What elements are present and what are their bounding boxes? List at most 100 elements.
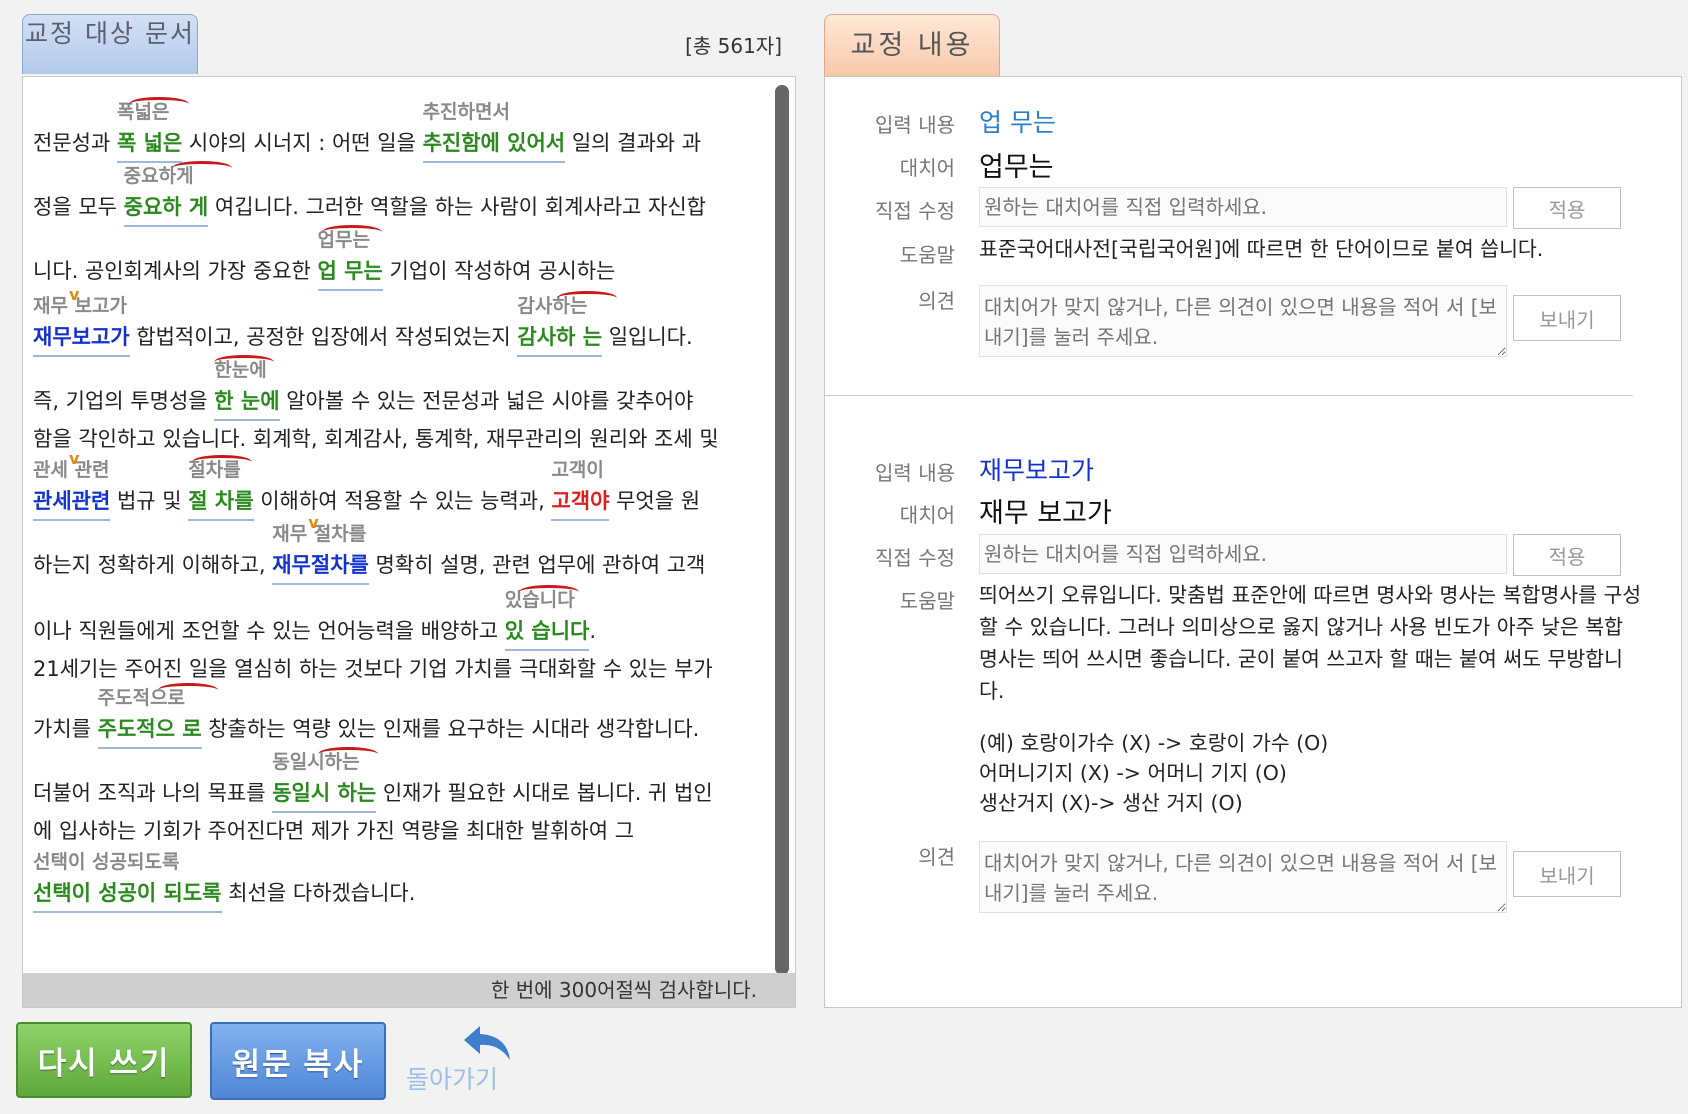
rewrite-button[interactable]: 다시 쓰기 — [16, 1022, 192, 1098]
tab-correction-content[interactable]: 교정 내용 — [824, 14, 1000, 76]
doc-line-6: 함을 각인하고 있습니다. 회계학, 회계감사, 통계학, 재무관리의 원리와 … — [33, 427, 719, 451]
doc-line-9: 이나 직원들에게 조언할 수 있는 언어능력을 배양하고 있습니다 있 습니다. — [33, 585, 596, 651]
direct-edit-input[interactable] — [979, 534, 1507, 574]
alternative-value[interactable]: 재무 보고가 — [979, 491, 1112, 530]
alternative-label: 대치어 — [899, 156, 955, 180]
suggestion: 한눈에 — [214, 359, 267, 381]
text-segment: 무엇을 원 — [609, 489, 701, 513]
text-segment: 명확히 설명, 관련 업무에 관하여 고객 — [368, 553, 706, 577]
strike-mark — [318, 747, 379, 761]
help-text: 표준국어대사전[국립국어원]에 따르면 한 단어이므로 붙여 씁니다. — [979, 237, 1544, 261]
direct-edit-input[interactable] — [979, 187, 1507, 227]
text-segment: 정을 모두 — [33, 195, 124, 219]
text-segment: 니다. 공인회계사의 가장 중요한 — [33, 259, 318, 283]
apply-button[interactable]: 적용 — [1513, 187, 1621, 229]
strike-mark — [192, 455, 253, 469]
suggestion: 재무 절차를 — [272, 523, 367, 545]
go-back-link[interactable]: 돌아가기 — [402, 1022, 522, 1102]
error-word-text: 선택이 성공이 되도록 — [33, 881, 222, 905]
error-word[interactable]: 동일시하는동일시 하는 — [272, 747, 379, 813]
text-segment: 시야의 시너지 : 어떤 일을 — [182, 131, 423, 155]
error-word-text: 동일시 하는 — [272, 781, 377, 805]
text-segment: 창출하는 역량 있는 인재를 요구하는 시대라 생각합니다. — [201, 717, 700, 741]
document-scrollbar[interactable] — [775, 85, 789, 975]
text-segment: 알아볼 수 있는 전문성과 넓은 시야를 갖추어야 — [279, 389, 694, 413]
char-count: [총 561자] — [685, 34, 782, 58]
direct-edit-label: 직접 수정 — [875, 546, 955, 570]
scrollbar-thumb[interactable] — [775, 85, 789, 975]
suggestion: 동일시하는 — [272, 751, 360, 773]
error-word-text: 업 무는 — [317, 259, 383, 283]
correction-panel: 입력 내용 업 무는 대치어 업무는 직접 수정 적용 도움말 표준국어대사전[… — [824, 76, 1682, 1008]
text-segment: 더불어 조직과 나의 목표를 — [33, 781, 273, 805]
suggestion: 절차를 — [188, 459, 241, 481]
suggestion: 관세 관련 — [33, 459, 110, 481]
send-button[interactable]: 보내기 — [1513, 851, 1621, 897]
suggestion: 폭넓은 — [116, 101, 170, 123]
error-word[interactable]: 중요하게중요하 게 — [123, 161, 232, 227]
suggestion: 업무는 — [317, 229, 370, 251]
doc-line-14: 선택이 성공되도록선택이 성공이 되도록 최선을 다하겠습니다. — [33, 851, 416, 913]
doc-line-12: 더불어 조직과 나의 목표를 동일시하는 동일시 하는 인재가 필요한 시대로 봅… — [33, 747, 713, 813]
tab-target-document[interactable]: 교정 대상 문서 — [22, 14, 198, 74]
text-segment: 이나 직원들에게 조언할 수 있는 언어능력을 배양하고 — [33, 619, 505, 643]
strike-mark — [518, 585, 579, 599]
error-word-text: 폭 넓은 — [116, 131, 183, 155]
text-segment: 즉, 기업의 투명성을 — [33, 389, 215, 413]
opinion-textarea[interactable] — [979, 841, 1507, 913]
doc-line-5: 즉, 기업의 투명성을 한눈에 한 눈에 알아볼 수 있는 전문성과 넓은 시야를… — [33, 355, 694, 421]
suggestion: 고객이 — [551, 459, 604, 481]
opinion-textarea[interactable] — [979, 285, 1507, 357]
error-word[interactable]: 선택이 성공되도록선택이 성공이 되도록 — [33, 851, 222, 913]
tab-target-document-label: 교정 대상 문서 — [25, 19, 195, 48]
strike-mark — [157, 683, 218, 697]
copy-original-button[interactable]: 원문 복사 — [210, 1022, 386, 1100]
error-word-text: 감사하 는 — [517, 325, 603, 349]
error-word-text: 재무보고가 — [33, 325, 130, 349]
error-word[interactable]: 추진하면서 추진함에 있어서 — [422, 101, 566, 163]
text-segment: 최선을 다하겠습니다. — [221, 881, 416, 905]
error-word[interactable]: 업무는업 무는 — [317, 225, 383, 291]
help-label: 도움말 — [899, 243, 955, 267]
example-line: (예) 호랑이가수 (X) -> 호랑이 가수 (O) — [979, 731, 1329, 755]
alternative-value[interactable]: 업무는 — [979, 145, 1054, 184]
error-word-text: 주도적으 로 — [97, 717, 202, 741]
error-word[interactable]: 감사하는 감사하 는 — [517, 291, 618, 357]
suggestion: 재무 보고가 — [33, 295, 128, 317]
error-word[interactable]: 재무 보고가 v 재무보고가 — [33, 285, 130, 357]
document-panel: 전문성과 폭넓은 폭 넓은 시야의 시너지 : 어떤 일을 추진하면서 추진함에 있… — [22, 76, 796, 1008]
input-value: 업 무는 — [979, 108, 1056, 137]
error-word[interactable]: 폭넓은폭 넓은 — [116, 97, 189, 163]
error-word-text: 절 차를 — [188, 489, 254, 513]
error-word[interactable]: 주도적으로주도적으 로 — [97, 683, 218, 749]
go-back-label: 돌아가기 — [406, 1065, 499, 1094]
text-segment: 합법적이고, 공정한 입장에서 작성되었는지 — [129, 325, 518, 349]
tab-correction-content-label: 교정 내용 — [850, 30, 974, 61]
error-word[interactable]: 관세 관련 v 관세관련 — [33, 449, 111, 521]
suggestion: 중요하게 — [123, 165, 194, 187]
error-word[interactable]: 한눈에 한 눈에 — [214, 355, 280, 421]
error-word[interactable]: 절차를절 차를 — [188, 455, 254, 521]
error-word[interactable]: 있습니다있 습니다 — [504, 585, 590, 651]
error-word[interactable]: 고객이 고객야 — [551, 459, 610, 521]
doc-line-7: 관세 관련 v 관세관련 법규 및 절차를 절 차를 이해하여 적용할 수 있는 능력… — [33, 449, 701, 521]
error-word-text: 추진함에 있어서 — [422, 131, 566, 155]
error-word-text: 관세관련 — [33, 489, 111, 513]
text-segment: 이해하여 적용할 수 있는 능력과, — [253, 489, 552, 513]
error-word-text: 재무절차를 — [272, 553, 369, 577]
text-segment: 일입니다. — [602, 325, 693, 349]
apply-button[interactable]: 적용 — [1513, 534, 1621, 576]
suggestion: 있습니다 — [504, 589, 575, 611]
help-label: 도움말 — [899, 589, 955, 613]
suggestion: 주도적으로 — [97, 687, 186, 709]
opinion-label: 의견 — [918, 845, 955, 869]
error-word-text: 있 습니다 — [504, 619, 590, 643]
doc-line-8: 하는지 정확하게 이해하고, 재무 절차를 v 재무절차를 명확히 설명, 관련 업… — [33, 513, 706, 585]
direct-edit-label: 직접 수정 — [875, 199, 955, 223]
input-label: 입력 내용 — [875, 461, 955, 485]
send-button[interactable]: 보내기 — [1513, 295, 1621, 341]
error-word[interactable]: 재무 절차를 v 재무절차를 — [272, 513, 369, 585]
suggestion: 선택이 성공되도록 — [33, 851, 180, 873]
example-line: 어머니기지 (X) -> 어머니 기지 (O) — [979, 761, 1287, 785]
error-word-text: 중요하 게 — [123, 195, 209, 219]
